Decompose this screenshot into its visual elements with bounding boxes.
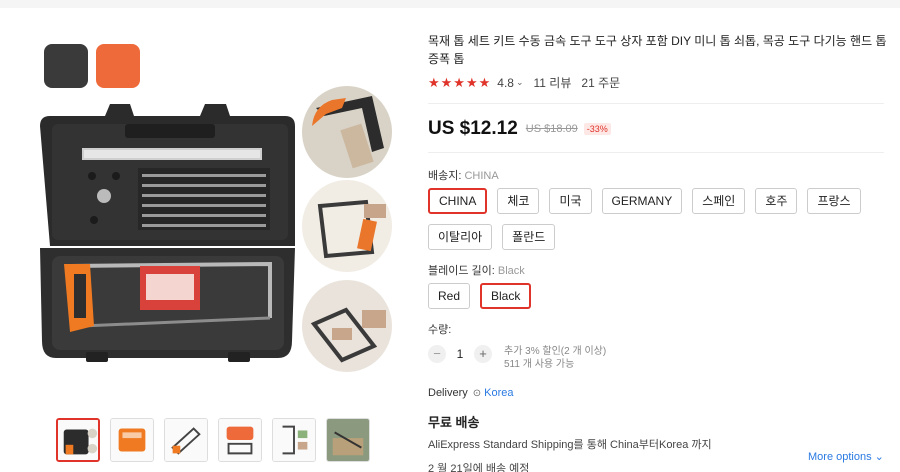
- quantity-plus-button[interactable]: +: [474, 345, 492, 363]
- divider: [428, 103, 884, 104]
- ships-from-selected: CHINA: [464, 170, 499, 182]
- free-shipping-title: 무료 배송: [428, 415, 480, 430]
- current-price: US $12.12: [428, 118, 518, 139]
- available-count: 511 개 사용 가능: [504, 359, 575, 370]
- quantity-value[interactable]: 1: [446, 345, 474, 363]
- delivery-row: Delivery ⊙ Korea: [428, 387, 888, 399]
- chevron-down-icon[interactable]: ⌄: [516, 77, 524, 88]
- chevron-down-icon: ⌄: [874, 451, 884, 463]
- product-info-panel: 목재 톱 세트 키트 수동 금속 도구 도구 상자 포함 DIY 미니 톱 쇠톱…: [428, 32, 888, 472]
- more-options-link[interactable]: More options ⌄: [808, 450, 884, 463]
- divider: [428, 152, 884, 153]
- extra-discount-note: 추가 3% 할인(2 개 이상): [504, 346, 607, 357]
- thumbnail-1[interactable]: [56, 418, 100, 462]
- option-blade-red[interactable]: Red: [428, 283, 471, 309]
- option-ships-from-china[interactable]: CHINA: [428, 188, 488, 214]
- rating-score: 4.8: [497, 75, 514, 90]
- thumbnail-4[interactable]: [218, 418, 262, 462]
- option-ships-from-spain[interactable]: 스페인: [692, 188, 746, 214]
- quantity-info: 추가 3% 할인(2 개 이상) 511 개 사용 가능: [504, 345, 606, 371]
- blade-length-selected: Black: [497, 265, 525, 277]
- option-ships-from-australia[interactable]: 호주: [755, 188, 798, 214]
- review-count[interactable]: 11 리뷰: [534, 74, 572, 91]
- quantity-minus-button[interactable]: −: [428, 345, 446, 363]
- location-pin-icon: ⊙: [472, 387, 482, 399]
- option-ships-from-czech[interactable]: 체코: [497, 188, 540, 214]
- usage-photo-3: [302, 280, 392, 372]
- star-icon: ★★★★★: [428, 74, 492, 90]
- delivery-label: Delivery: [428, 387, 468, 399]
- price-row: US $12.12 US $18.09 -33%: [428, 118, 888, 140]
- option-ships-from-germany[interactable]: GERMANY: [601, 188, 683, 214]
- thumbnail-2[interactable]: [110, 418, 154, 462]
- delivery-country-link[interactable]: Korea: [484, 387, 513, 399]
- original-price: US $18.09: [525, 123, 578, 135]
- option-ships-from-italy[interactable]: 이탈리아: [428, 224, 493, 250]
- main-product-image: [40, 104, 295, 362]
- option-ships-from-france[interactable]: 프랑스: [807, 188, 861, 214]
- usage-photo-1: [302, 86, 392, 178]
- ships-from-label: 배송지: CHINA: [428, 170, 499, 182]
- ships-from-options: CHINA 체코 미국 GERMANY 스페인 호주 프랑스 이탈리아 폴란드: [428, 188, 898, 250]
- quantity-stepper: − 1 + 추가 3% 할인(2 개 이상) 511 개 사용 가능: [428, 345, 888, 371]
- discount-badge: -33%: [583, 123, 611, 135]
- blade-length-label: 블레이드 길이: Black: [428, 265, 525, 277]
- top-strip: [0, 0, 900, 8]
- option-ships-from-poland[interactable]: 폴란드: [502, 224, 556, 250]
- usage-photo-2: [302, 180, 392, 272]
- thumbnail-6[interactable]: [326, 418, 370, 462]
- product-title: 목재 톱 세트 키트 수동 금속 도구 도구 상자 포함 DIY 미니 톱 쇠톱…: [428, 34, 887, 66]
- order-count: 21 주문: [581, 76, 621, 90]
- blade-length-options: Red Black: [428, 283, 898, 309]
- option-blade-black[interactable]: Black: [480, 283, 532, 309]
- thumbnail-3[interactable]: [164, 418, 208, 462]
- thumbnail-5[interactable]: [272, 418, 316, 462]
- color-swatch-black[interactable]: [44, 44, 88, 88]
- option-ships-from-usa[interactable]: 미국: [549, 188, 592, 214]
- quantity-label: 수량:: [428, 324, 452, 336]
- color-swatch-orange[interactable]: [96, 44, 140, 88]
- thumbnail-strip: [56, 418, 370, 462]
- rating-row: ★★★★★ 4.8 ⌄ 11 리뷰 21 주문: [428, 74, 888, 91]
